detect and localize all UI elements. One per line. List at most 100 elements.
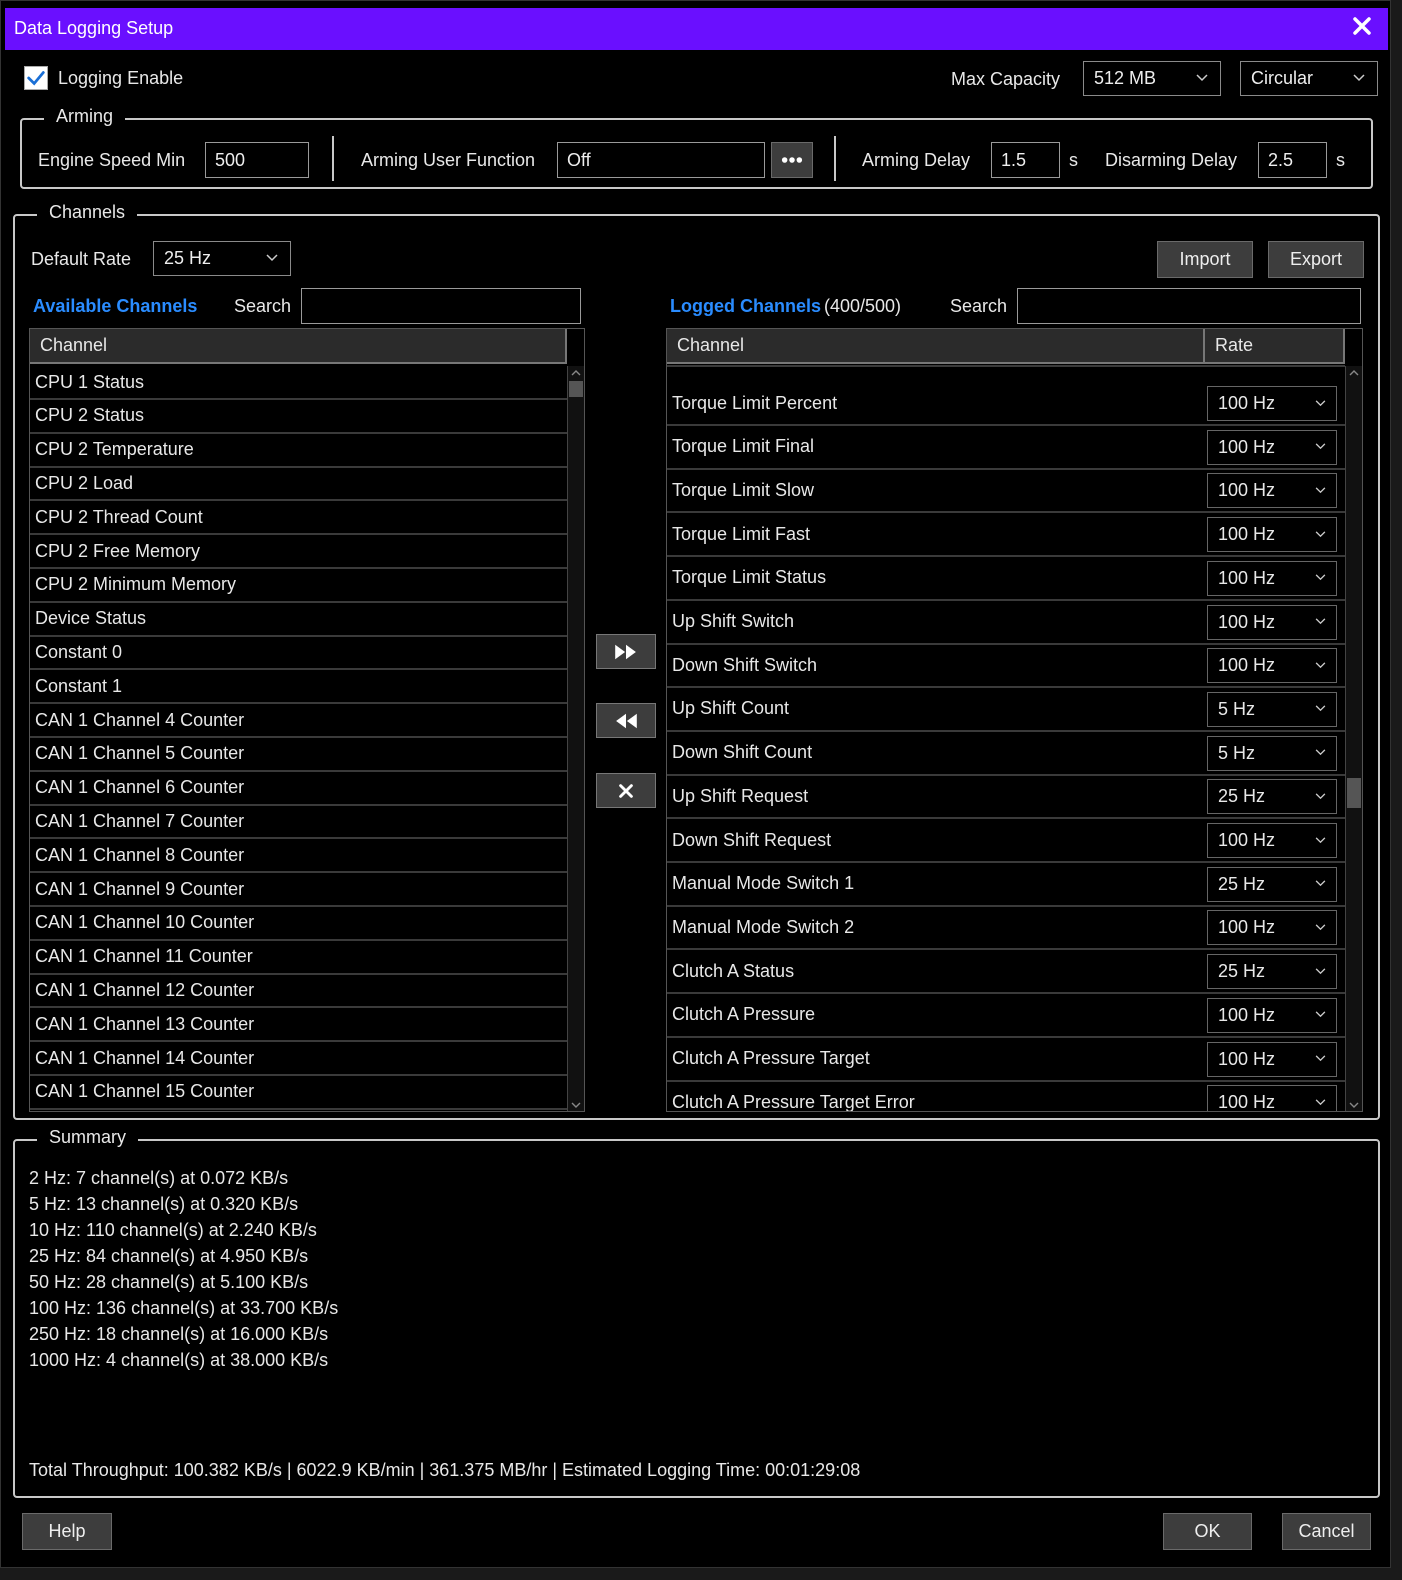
column-header-channel[interactable]: Channel	[667, 329, 1205, 362]
table-row[interactable]: Down Shift Count 5 Hz	[667, 732, 1345, 776]
available-search-label: Search	[234, 296, 292, 316]
channel-name: CPU 2 Thread Count	[35, 506, 203, 527]
rate-select[interactable]: 100 Hz	[1207, 429, 1337, 465]
table-row[interactable]: Manual Mode Switch 1 25 Hz	[667, 863, 1345, 907]
rate-value: 100 Hz	[1218, 480, 1276, 501]
rate-select[interactable]: 5 Hz	[1207, 691, 1337, 727]
list-item[interactable]: CPU 2 Minimum Memory	[30, 569, 567, 603]
rate-select[interactable]: 100 Hz	[1207, 604, 1337, 640]
chevron-down-icon	[1315, 1055, 1326, 1062]
column-header-channel[interactable]: Channel	[30, 329, 567, 362]
cancel-button[interactable]: Cancel	[1282, 1513, 1371, 1550]
add-channels-button[interactable]	[596, 634, 656, 669]
table-row[interactable]: Clutch A Pressure Target Error 100 Hz	[667, 1081, 1345, 1111]
rate-select[interactable]: 100 Hz	[1207, 473, 1337, 509]
table-row[interactable]: Torque Limit Slow 100 Hz	[667, 469, 1345, 514]
table-row[interactable]: Torque Limit Fast 100 Hz	[667, 513, 1345, 558]
list-item[interactable]: CPU 2 Status	[30, 400, 567, 434]
rate-select[interactable]: 25 Hz	[1207, 866, 1337, 902]
logged-scrollbar[interactable]	[1345, 366, 1362, 1112]
list-item[interactable]: CAN 1 Channel 10 Counter	[30, 907, 567, 941]
table-row[interactable]: Down Shift Switch 100 Hz	[667, 644, 1345, 689]
table-row[interactable]: Up Shift Request 25 Hz	[667, 775, 1345, 820]
arming-delay-input[interactable]: 1.5	[991, 142, 1060, 178]
logging-mode-select[interactable]: Circular	[1240, 61, 1378, 96]
list-item[interactable]: CAN 1 Channel 8 Counter	[30, 839, 567, 874]
help-button[interactable]: Help	[22, 1513, 112, 1550]
rate-value: 100 Hz	[1218, 1004, 1276, 1025]
rate-select[interactable]: 5 Hz	[1207, 735, 1337, 771]
table-row[interactable]: Clutch A Status 25 Hz	[667, 950, 1345, 995]
rate-select[interactable]: 100 Hz	[1207, 1041, 1337, 1077]
rate-select[interactable]: 100 Hz	[1207, 386, 1337, 421]
list-item[interactable]: Constant 1	[30, 670, 567, 705]
scroll-down-icon[interactable]	[568, 1098, 584, 1112]
list-item[interactable]: CAN 1 Channel 15 Counter	[30, 1076, 567, 1110]
import-button[interactable]: Import	[1157, 241, 1253, 278]
list-item[interactable]: Device Status	[30, 603, 567, 637]
default-rate-select[interactable]: 25 Hz	[153, 241, 291, 276]
list-item[interactable]: CAN 1 Channel 12 Counter	[30, 974, 567, 1009]
logging-enable-checkbox[interactable]	[24, 66, 48, 90]
disarming-delay-input[interactable]: 2.5	[1258, 142, 1327, 178]
channel-name: Down Shift Count	[672, 742, 813, 763]
table-row[interactable]: Clutch A Pressure 100 Hz	[667, 994, 1345, 1038]
arming-user-function-input[interactable]: Off	[557, 142, 765, 178]
table-row[interactable]: Up Shift Count 5 Hz	[667, 688, 1345, 732]
scrollbar-thumb[interactable]	[569, 381, 583, 397]
table-row[interactable]: Up Shift Switch 100 Hz	[667, 601, 1345, 645]
table-row[interactable]: Down Shift Request 100 Hz	[667, 819, 1345, 863]
list-item[interactable]: CPU 2 Thread Count	[30, 501, 567, 536]
table-row[interactable]: Manual Mode Switch 2 100 Hz	[667, 906, 1345, 951]
table-row[interactable]: Torque Limit Status 100 Hz	[667, 557, 1345, 601]
column-header-rate[interactable]: Rate	[1205, 329, 1345, 362]
list-item[interactable]: CAN 1 Channel 11 Counter	[30, 941, 567, 975]
list-item[interactable]: CAN 1 Channel 7 Counter	[30, 805, 567, 840]
arming-delay-value: 1.5	[1001, 149, 1027, 170]
rate-select[interactable]: 100 Hz	[1207, 910, 1337, 946]
rate-select[interactable]: 100 Hz	[1207, 1085, 1337, 1111]
rate-select[interactable]: 100 Hz	[1207, 997, 1337, 1033]
rate-value: 100 Hz	[1218, 1048, 1276, 1069]
logged-search-input[interactable]	[1017, 288, 1361, 324]
table-row[interactable]: Torque Limit Percent 100 Hz	[667, 382, 1345, 426]
table-row[interactable]: Torque Limit Final 100 Hz	[667, 426, 1345, 470]
clear-channels-button[interactable]	[596, 773, 656, 808]
list-item[interactable]: CPU 1 Status	[30, 366, 567, 400]
rate-select[interactable]: 25 Hz	[1207, 779, 1337, 815]
scrollbar-thumb[interactable]	[1347, 778, 1361, 808]
remove-channels-button[interactable]	[596, 703, 656, 738]
table-row[interactable]: Clutch A Pressure Target 100 Hz	[667, 1038, 1345, 1082]
rate-value: 100 Hz	[1218, 436, 1276, 457]
engine-speed-input[interactable]: 500	[205, 142, 309, 178]
list-item[interactable]: CAN 1 Channel 5 Counter	[30, 738, 567, 772]
rate-select[interactable]: 100 Hz	[1207, 517, 1337, 553]
browse-function-button[interactable]	[771, 142, 813, 178]
list-item[interactable]: CPU 2 Temperature	[30, 434, 567, 468]
logged-channels-title: Logged Channels	[670, 296, 822, 316]
export-button[interactable]: Export	[1268, 241, 1364, 278]
list-item[interactable]: CAN 1 Channel 4 Counter	[30, 704, 567, 738]
rate-select[interactable]: 100 Hz	[1207, 560, 1337, 596]
rate-select[interactable]: 100 Hz	[1207, 823, 1337, 858]
list-item[interactable]: CAN 1 Channel 6 Counter	[30, 772, 567, 806]
ok-button[interactable]: OK	[1163, 1513, 1252, 1550]
chevron-down-icon	[266, 253, 278, 261]
available-search-input[interactable]	[301, 288, 581, 324]
max-capacity-select[interactable]: 512 MB	[1083, 61, 1221, 96]
close-icon[interactable]	[1350, 14, 1374, 38]
scroll-up-icon[interactable]	[568, 366, 584, 380]
scroll-up-icon[interactable]	[1346, 366, 1362, 380]
list-item[interactable]: Constant 0	[30, 636, 567, 671]
available-scrollbar[interactable]	[567, 366, 584, 1112]
list-item[interactable]: CAN 1 Channel 9 Counter	[30, 873, 567, 907]
scroll-down-icon[interactable]	[1346, 1098, 1362, 1112]
list-item[interactable]: CPU 2 Free Memory	[30, 535, 567, 569]
disarming-delay-label: Disarming Delay	[1105, 150, 1238, 170]
list-item[interactable]: CPU 2 Load	[30, 467, 567, 502]
rate-select[interactable]: 100 Hz	[1207, 648, 1337, 684]
list-item[interactable]: CAN 1 Channel 13 Counter	[30, 1008, 567, 1043]
logged-list-header: Channel Rate	[667, 329, 1345, 364]
rate-select[interactable]: 25 Hz	[1207, 954, 1337, 990]
list-item[interactable]: CAN 1 Channel 14 Counter	[30, 1042, 567, 1076]
